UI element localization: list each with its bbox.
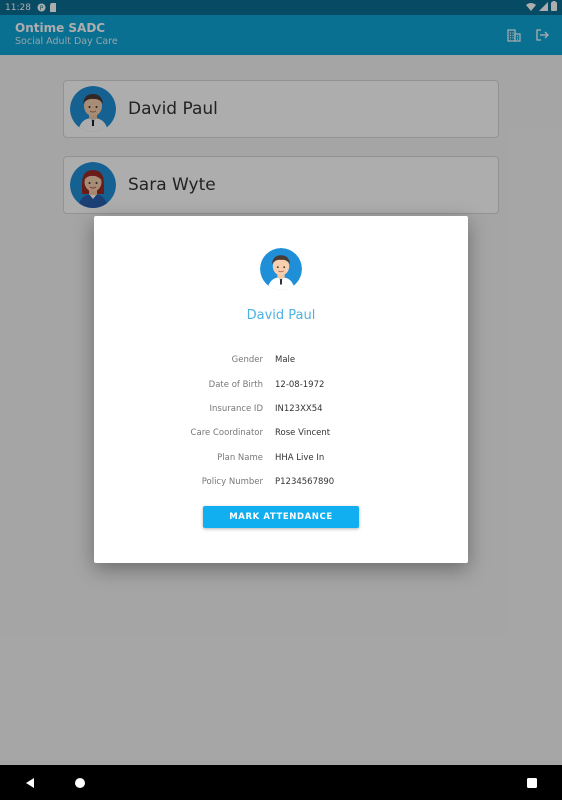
info-label: Care Coordinator	[190, 428, 263, 439]
male-avatar-icon	[260, 248, 302, 290]
back-icon[interactable]	[21, 774, 39, 792]
info-value: Male	[275, 355, 296, 366]
info-row-care-coordinator: Care Coordinator Rose Vincent	[94, 421, 468, 445]
info-label: Insurance ID	[209, 403, 263, 414]
info-row-date-of-birth: Date of Birth 12-08-1972	[94, 372, 468, 396]
home-icon[interactable]	[71, 774, 89, 792]
mark-attendance-button[interactable]: MARK ATTENDANCE	[203, 506, 359, 528]
system-nav-bar	[0, 765, 562, 800]
info-row-gender: Gender Male	[94, 348, 468, 372]
info-row-insurance-id: Insurance ID IN123XX54	[94, 397, 468, 421]
recents-icon[interactable]	[523, 774, 541, 792]
member-info-list: Gender Male Date of Birth 12-08-1972 Ins…	[94, 348, 468, 494]
info-value: HHA Live In	[275, 452, 325, 463]
info-value: IN123XX54	[275, 403, 323, 414]
member-detail-dialog: David Paul Gender Male Date of Birth 12-…	[94, 216, 468, 563]
info-label: Date of Birth	[208, 379, 263, 390]
info-label: Gender	[231, 355, 263, 366]
dialog-member-name: David Paul	[246, 308, 316, 323]
info-value: 12-08-1972	[275, 379, 325, 390]
info-value: Rose Vincent	[275, 428, 331, 439]
info-row-plan-name: Plan Name HHA Live In	[94, 446, 468, 470]
info-value: P1234567890	[275, 477, 335, 488]
info-label: Policy Number	[201, 477, 263, 488]
info-label: Plan Name	[217, 452, 263, 463]
info-row-policy-number: Policy Number P1234567890	[94, 470, 468, 494]
